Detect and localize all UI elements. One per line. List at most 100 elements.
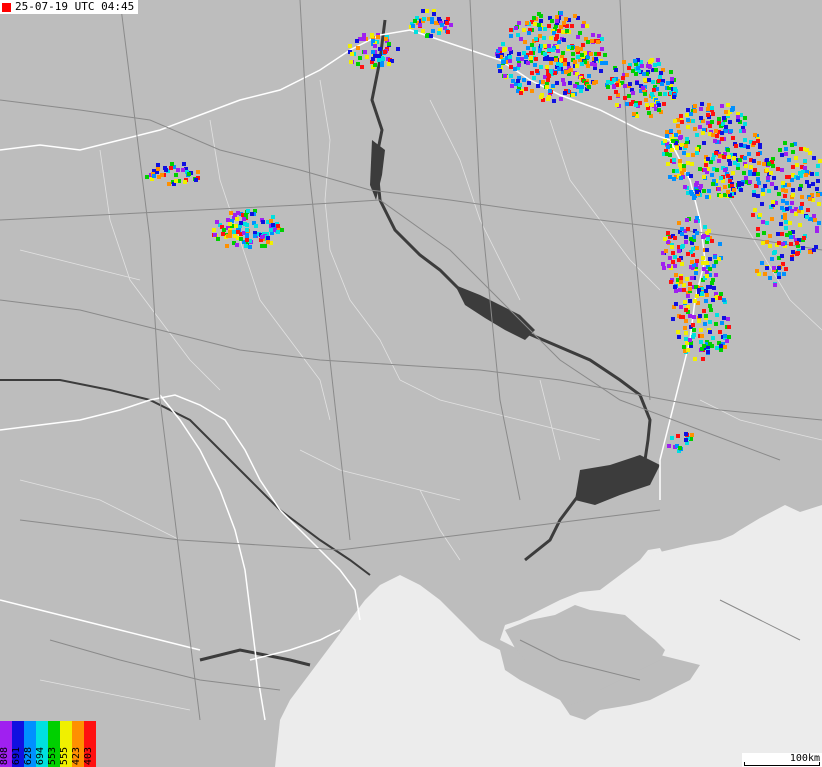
lightning-strike (548, 89, 552, 93)
legend-item-5: 555 (60, 721, 72, 767)
lightning-strike (784, 189, 788, 193)
lightning-strike (648, 65, 652, 69)
lightning-strike (723, 185, 727, 189)
legend-item-2: 628 (24, 721, 36, 767)
lightning-strike (672, 95, 676, 99)
lightning-strike (633, 59, 637, 63)
lightning-strike (679, 280, 683, 284)
lightning-strike (783, 194, 787, 198)
lightning-strike (538, 34, 542, 38)
lightning-strike (724, 110, 728, 114)
lightning-strike (559, 25, 563, 29)
lightning-strike (717, 117, 721, 121)
lightning-strike (623, 84, 627, 88)
lightning-strike (545, 85, 549, 89)
lightning-strike (813, 218, 817, 222)
lightning-strike (684, 319, 688, 323)
lightning-strike (787, 158, 791, 162)
lightning-strike (780, 232, 784, 236)
lightning-strike (780, 153, 784, 157)
lightning-strike (666, 231, 670, 235)
lightning-strike (573, 84, 577, 88)
lightning-strike (761, 192, 765, 196)
lightning-strike (556, 49, 560, 53)
lightning-strike (176, 168, 180, 172)
lightning-strike (781, 181, 785, 185)
lightning-strike (621, 76, 625, 80)
lightning-strike (575, 48, 579, 52)
lightning-strike (576, 35, 580, 39)
lightning-strike (761, 220, 765, 224)
lightning-strike (700, 347, 704, 351)
lightning-strike (680, 120, 684, 124)
lightning-strike (526, 46, 530, 50)
lightning-strike (688, 282, 692, 286)
lightning-strike (796, 176, 800, 180)
lightning-strike (638, 101, 642, 105)
lightning-strike (594, 57, 598, 61)
legend-count: 694 (36, 746, 46, 765)
lightning-strike (229, 211, 233, 215)
lightning-strike (712, 286, 716, 290)
lightning-strike (590, 39, 594, 43)
lightning-strike (674, 273, 678, 277)
lightning-strike (686, 227, 690, 231)
lightning-strike (682, 288, 686, 292)
lightning-strike (658, 75, 662, 79)
lightning-strike (709, 308, 713, 312)
lightning-strike (707, 189, 711, 193)
lightning-strike (245, 223, 249, 227)
lightning-strike (152, 174, 156, 178)
lightning-strike (519, 91, 523, 95)
lightning-strike (632, 112, 636, 116)
lightning-strike (710, 106, 714, 110)
lightning-strike (518, 83, 522, 87)
lightning-strike (355, 39, 359, 43)
lightning-strike (711, 182, 715, 186)
lightning-strike (690, 162, 694, 166)
lightning-strike (156, 167, 160, 171)
lightning-strike (563, 62, 567, 66)
lightning-strike (693, 127, 697, 131)
lightning-strike (668, 256, 672, 260)
lightning-strike (788, 231, 792, 235)
lightning-strike (670, 148, 674, 152)
lightning-strike (530, 89, 534, 93)
lightning-strike (187, 172, 191, 176)
lightning-strike (718, 296, 722, 300)
lightning-strike (768, 234, 772, 238)
lightning-strike (673, 285, 677, 289)
lightning-strike (603, 53, 607, 57)
lightning-strike (702, 141, 706, 145)
lightning-strike (497, 64, 501, 68)
lightning-strike (580, 53, 584, 57)
lightning-strike (654, 68, 658, 72)
lightning-strike (576, 55, 580, 59)
lightning-strike (695, 216, 699, 220)
lightning-strike (642, 72, 646, 76)
lightning-strike (719, 194, 723, 198)
lightning-strike (686, 294, 690, 298)
lightning-strike (225, 244, 229, 248)
lightning-strike (695, 147, 699, 151)
lightning-strike (670, 245, 674, 249)
lightning-strike (562, 82, 566, 86)
lightning-strike (689, 237, 693, 241)
lightning-strike (679, 276, 683, 280)
lightning-strike (371, 50, 375, 54)
lightning-strike (672, 158, 676, 162)
lightning-strike (437, 31, 441, 35)
lightning-strike (517, 21, 521, 25)
legend-item-7: 403 (84, 721, 96, 767)
lightning-strike (778, 148, 782, 152)
lightning-strike (710, 173, 714, 177)
lightning-strike (565, 29, 569, 33)
lightning-strike (695, 246, 699, 250)
lightning-strike (348, 44, 352, 48)
lightning-strike (706, 113, 710, 117)
lightning-strike (697, 319, 701, 323)
lightning-strike (260, 235, 264, 239)
lightning-strike (228, 222, 232, 226)
lightning-strike (244, 244, 248, 248)
lightning-strike (685, 137, 689, 141)
